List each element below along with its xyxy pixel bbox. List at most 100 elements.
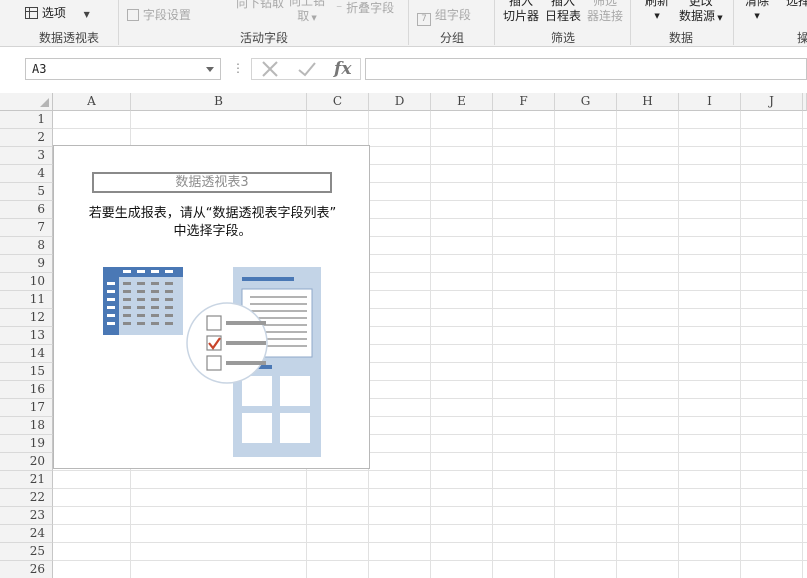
insert-timeline-button[interactable]: 插入 日程表 <box>545 0 581 24</box>
group-label-active-field: 活动字段 <box>240 31 289 45</box>
column-header-partial[interactable] <box>803 93 807 111</box>
drill-down-button[interactable]: 向下钻取 <box>236 0 284 11</box>
refresh-dropdown-icon: ▼ <box>654 12 660 20</box>
row-header-15[interactable]: 15 <box>0 363 53 381</box>
row-header-23[interactable]: 23 <box>0 507 53 525</box>
group-separator <box>494 0 495 45</box>
row-header-9[interactable]: 9 <box>0 255 53 273</box>
row-header-20[interactable]: 20 <box>0 453 53 471</box>
table-icon <box>103 267 183 335</box>
row-header-7[interactable]: 7 <box>0 219 53 237</box>
drill-up-dropdown-icon: ▼ <box>309 14 317 22</box>
row-header-2[interactable]: 2 <box>0 129 53 147</box>
row-header-21[interactable]: 21 <box>0 471 53 489</box>
pivot-table-instructions: 若要生成报表，请从“数据透视表字段列表” 中选择字段。 <box>54 205 371 241</box>
column-header-e[interactable]: E <box>431 93 493 111</box>
formula-bar: A3 ⋮ fx <box>0 47 807 93</box>
insert-timeline-line2: 日程表 <box>545 9 582 23</box>
group-field-button[interactable]: 7 组字段 <box>417 6 471 26</box>
filter-connections-line2: 器连接 <box>587 9 624 23</box>
row-header-24[interactable]: 24 <box>0 525 53 543</box>
row-gridline <box>53 470 807 471</box>
pivot-table-placeholder[interactable]: 数据透视表3 若要生成报表，请从“数据透视表字段列表” 中选择字段。 <box>53 145 370 469</box>
insert-slicer-line2: 切片器 <box>503 9 540 23</box>
group-separator <box>630 0 631 45</box>
cross-icon[interactable] <box>259 59 281 79</box>
group-label-actions: 操 <box>797 29 807 46</box>
row-header-18[interactable]: 18 <box>0 417 53 435</box>
select-all-button[interactable] <box>0 93 53 111</box>
column-header-c[interactable]: C <box>307 93 369 111</box>
collapse-field-button[interactable]: ⁻ 折叠字段 <box>336 0 394 16</box>
options-label: 选项 <box>41 6 66 20</box>
clear-button[interactable]: 清除 ▼ <box>745 0 769 24</box>
row-header-12[interactable]: 12 <box>0 309 53 327</box>
group-label-data: 数据 <box>669 31 694 45</box>
ribbon: 选项 ▼ 数据透视表 字段设置 向下钻取 向上钻 取 ▼ ⁻ 折叠字段 活动字段… <box>0 0 807 47</box>
row-header-6[interactable]: 6 <box>0 201 53 219</box>
group-separator <box>408 0 409 45</box>
column-header-b[interactable]: B <box>131 93 307 111</box>
row-header-17[interactable]: 17 <box>0 399 53 417</box>
column-header-a[interactable]: A <box>53 93 131 111</box>
select-label: 选择 <box>786 0 807 8</box>
options-dropdown-icon: ▼ <box>83 10 90 19</box>
drill-up-button[interactable]: 向上钻 取 ▼ <box>289 0 325 26</box>
row-header-4[interactable]: 4 <box>0 165 53 183</box>
column-header-g[interactable]: G <box>555 93 617 111</box>
change-data-source-button[interactable]: 更改 数据源 ▼ <box>679 0 723 26</box>
name-box-dropdown-icon[interactable] <box>206 67 214 72</box>
insert-timeline-line1: 插入 <box>551 0 576 8</box>
row-header-22[interactable]: 22 <box>0 489 53 507</box>
row-header-10[interactable]: 10 <box>0 273 53 291</box>
checkbox-list-icon <box>186 302 268 384</box>
column-header-h[interactable]: H <box>617 93 679 111</box>
group-field-icon: 7 <box>417 13 431 26</box>
row-header-11[interactable]: 11 <box>0 291 53 309</box>
select-button[interactable]: 选择 <box>786 0 807 9</box>
row-gridline <box>53 524 807 525</box>
insert-function-button[interactable]: fx <box>334 59 351 79</box>
column-header-j[interactable]: J <box>741 93 803 111</box>
clear-dropdown-icon: ▼ <box>754 12 760 20</box>
row-header-1[interactable]: 1 <box>0 111 53 129</box>
pivot-instructions-line1: 若要生成报表，请从“数据透视表字段列表” <box>88 206 337 221</box>
collapse-field-label: 折叠字段 <box>346 1 395 15</box>
formula-input[interactable] <box>365 58 807 80</box>
name-box[interactable]: A3 <box>25 58 221 80</box>
row-gridline <box>53 128 807 129</box>
row-gridline <box>53 542 807 543</box>
collapse-field-icon: ⁻ <box>336 1 343 15</box>
field-settings-icon <box>127 9 139 21</box>
pivot-instructions-line2: 中选择字段。 <box>173 224 252 239</box>
row-header-8[interactable]: 8 <box>0 237 53 255</box>
options-button[interactable]: 选项 ▼ <box>25 4 90 21</box>
row-header-19[interactable]: 19 <box>0 435 53 453</box>
row-gridline <box>53 560 807 561</box>
row-gridline <box>53 488 807 489</box>
pivot-table-title: 数据透视表3 <box>92 172 332 193</box>
refresh-button[interactable]: 刷新 ▼ <box>645 0 669 24</box>
group-separator <box>118 0 119 45</box>
row-header-3[interactable]: 3 <box>0 147 53 165</box>
field-settings-button[interactable]: 字段设置 <box>127 6 191 23</box>
change-data-source-line2: 数据源 <box>679 9 716 23</box>
row-header-26[interactable]: 26 <box>0 561 53 578</box>
group-field-label: 组字段 <box>434 8 471 22</box>
drill-up-label-line2: 取 <box>297 9 310 23</box>
column-header-f[interactable]: F <box>493 93 555 111</box>
field-settings-label: 字段设置 <box>142 8 191 22</box>
insert-slicer-button[interactable]: 插入 切片器 <box>503 0 539 24</box>
row-header-25[interactable]: 25 <box>0 543 53 561</box>
group-separator <box>733 0 734 45</box>
filter-connections-line1: 筛选 <box>593 0 618 8</box>
column-header-d[interactable]: D <box>369 93 431 111</box>
filter-connections-button[interactable]: 筛选 器连接 <box>587 0 623 24</box>
row-header-5[interactable]: 5 <box>0 183 53 201</box>
row-header-14[interactable]: 14 <box>0 345 53 363</box>
column-header-i[interactable]: I <box>679 93 741 111</box>
row-header-13[interactable]: 13 <box>0 327 53 345</box>
resize-handle-icon[interactable]: ⋮ <box>232 61 244 75</box>
check-icon[interactable] <box>296 59 318 79</box>
row-header-16[interactable]: 16 <box>0 381 53 399</box>
